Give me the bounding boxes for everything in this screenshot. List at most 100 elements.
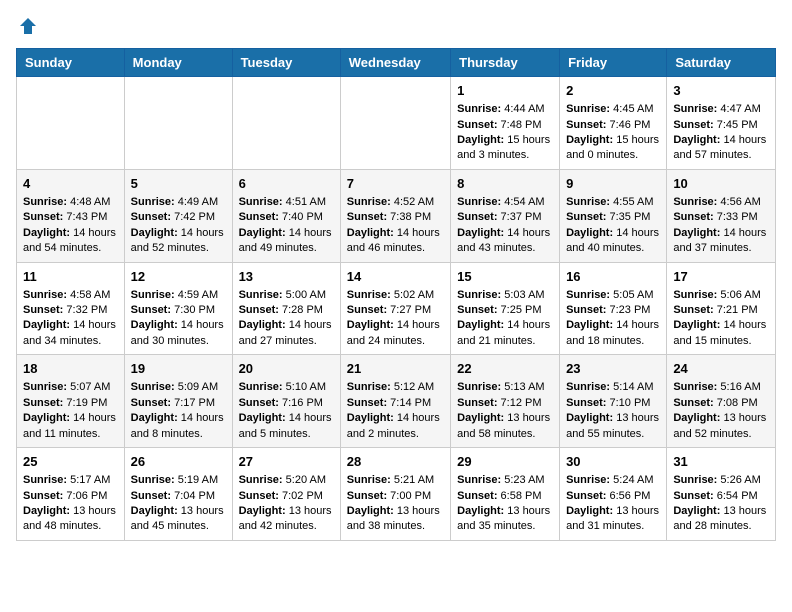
day-info-line: Daylight: 14 hours bbox=[131, 411, 226, 426]
calendar-cell: 15Sunrise: 5:03 AMSunset: 7:25 PMDayligh… bbox=[451, 262, 560, 355]
day-info-line: Sunrise: 4:51 AM bbox=[239, 195, 334, 210]
day-info-line: Sunrise: 5:23 AM bbox=[457, 473, 553, 488]
calendar-cell: 11Sunrise: 4:58 AMSunset: 7:32 PMDayligh… bbox=[17, 262, 125, 355]
calendar-cell bbox=[340, 77, 450, 170]
day-info-line: Sunrise: 5:26 AM bbox=[673, 473, 769, 488]
day-number: 25 bbox=[23, 453, 118, 471]
day-number: 13 bbox=[239, 268, 334, 286]
day-number: 5 bbox=[131, 175, 226, 193]
calendar-cell: 23Sunrise: 5:14 AMSunset: 7:10 PMDayligh… bbox=[560, 355, 667, 448]
day-info-line: and 18 minutes. bbox=[566, 334, 660, 349]
day-info-line: Daylight: 13 hours bbox=[457, 411, 553, 426]
day-info-line: Sunrise: 4:54 AM bbox=[457, 195, 553, 210]
day-info-line: Sunset: 7:10 PM bbox=[566, 396, 660, 411]
day-info-line: Sunset: 7:40 PM bbox=[239, 210, 334, 225]
calendar-cell: 17Sunrise: 5:06 AMSunset: 7:21 PMDayligh… bbox=[667, 262, 776, 355]
day-info-line: Daylight: 13 hours bbox=[566, 411, 660, 426]
day-info-line: Sunset: 7:19 PM bbox=[23, 396, 118, 411]
day-info-line: and 48 minutes. bbox=[23, 519, 118, 534]
day-info-line: Sunrise: 4:52 AM bbox=[347, 195, 444, 210]
day-info-line: Daylight: 13 hours bbox=[23, 504, 118, 519]
calendar-cell: 25Sunrise: 5:17 AMSunset: 7:06 PMDayligh… bbox=[17, 448, 125, 541]
day-number: 9 bbox=[566, 175, 660, 193]
calendar-cell: 27Sunrise: 5:20 AMSunset: 7:02 PMDayligh… bbox=[232, 448, 340, 541]
day-info-line: Sunrise: 5:17 AM bbox=[23, 473, 118, 488]
day-number: 14 bbox=[347, 268, 444, 286]
day-number: 1 bbox=[457, 82, 553, 100]
day-number: 29 bbox=[457, 453, 553, 471]
calendar-cell: 19Sunrise: 5:09 AMSunset: 7:17 PMDayligh… bbox=[124, 355, 232, 448]
calendar-cell: 31Sunrise: 5:26 AMSunset: 6:54 PMDayligh… bbox=[667, 448, 776, 541]
day-info-line: Daylight: 13 hours bbox=[673, 411, 769, 426]
calendar-cell: 20Sunrise: 5:10 AMSunset: 7:16 PMDayligh… bbox=[232, 355, 340, 448]
day-info-line: Daylight: 14 hours bbox=[673, 318, 769, 333]
day-info-line: Daylight: 13 hours bbox=[673, 504, 769, 519]
calendar-cell: 13Sunrise: 5:00 AMSunset: 7:28 PMDayligh… bbox=[232, 262, 340, 355]
day-number: 21 bbox=[347, 360, 444, 378]
day-info-line: and 34 minutes. bbox=[23, 334, 118, 349]
day-info-line: Daylight: 14 hours bbox=[566, 226, 660, 241]
day-info-line: Sunrise: 5:05 AM bbox=[566, 288, 660, 303]
calendar-header-wednesday: Wednesday bbox=[340, 49, 450, 77]
day-info-line: Daylight: 14 hours bbox=[23, 226, 118, 241]
day-info-line: Sunset: 7:25 PM bbox=[457, 303, 553, 318]
day-info-line: and 38 minutes. bbox=[347, 519, 444, 534]
calendar-cell: 30Sunrise: 5:24 AMSunset: 6:56 PMDayligh… bbox=[560, 448, 667, 541]
calendar-header-tuesday: Tuesday bbox=[232, 49, 340, 77]
day-info-line: Sunset: 7:08 PM bbox=[673, 396, 769, 411]
day-info-line: Sunrise: 5:20 AM bbox=[239, 473, 334, 488]
day-number: 18 bbox=[23, 360, 118, 378]
calendar-header-sunday: Sunday bbox=[17, 49, 125, 77]
calendar-week-row: 25Sunrise: 5:17 AMSunset: 7:06 PMDayligh… bbox=[17, 448, 776, 541]
day-info-line: Sunset: 7:38 PM bbox=[347, 210, 444, 225]
day-info-line: Sunset: 7:37 PM bbox=[457, 210, 553, 225]
day-info-line: Sunset: 6:58 PM bbox=[457, 489, 553, 504]
day-info-line: Sunrise: 5:10 AM bbox=[239, 380, 334, 395]
day-info-line: Sunset: 6:56 PM bbox=[566, 489, 660, 504]
day-info-line: and 46 minutes. bbox=[347, 241, 444, 256]
calendar-cell: 8Sunrise: 4:54 AMSunset: 7:37 PMDaylight… bbox=[451, 169, 560, 262]
day-info-line: Sunset: 6:54 PM bbox=[673, 489, 769, 504]
day-number: 4 bbox=[23, 175, 118, 193]
day-info-line: Sunset: 7:33 PM bbox=[673, 210, 769, 225]
calendar-cell: 1Sunrise: 4:44 AMSunset: 7:48 PMDaylight… bbox=[451, 77, 560, 170]
calendar-cell: 4Sunrise: 4:48 AMSunset: 7:43 PMDaylight… bbox=[17, 169, 125, 262]
day-info-line: Sunset: 7:23 PM bbox=[566, 303, 660, 318]
calendar-week-row: 18Sunrise: 5:07 AMSunset: 7:19 PMDayligh… bbox=[17, 355, 776, 448]
calendar-cell: 24 Sunrise: 5:16 AMSunset: 7:08 PMDayligh… bbox=[667, 355, 776, 448]
calendar-cell: 3Sunrise: 4:47 AMSunset: 7:45 PMDaylight… bbox=[667, 77, 776, 170]
day-info-line: Sunrise: 4:58 AM bbox=[23, 288, 118, 303]
day-number: 26 bbox=[131, 453, 226, 471]
day-info-line: Sunrise: 5:12 AM bbox=[347, 380, 444, 395]
day-info-line: Daylight: 15 hours bbox=[566, 133, 660, 148]
day-number: 15 bbox=[457, 268, 553, 286]
day-info-line: Sunrise: 5:14 AM bbox=[566, 380, 660, 395]
day-number: 30 bbox=[566, 453, 660, 471]
day-info-line: Sunset: 7:43 PM bbox=[23, 210, 118, 225]
day-info-line: and 40 minutes. bbox=[566, 241, 660, 256]
calendar-cell: 26Sunrise: 5:19 AMSunset: 7:04 PMDayligh… bbox=[124, 448, 232, 541]
day-info-line: and 54 minutes. bbox=[23, 241, 118, 256]
day-info-line: Sunrise: 5:16 AM bbox=[673, 380, 769, 395]
day-info-line: Daylight: 14 hours bbox=[347, 226, 444, 241]
day-info-line: Sunset: 7:28 PM bbox=[239, 303, 334, 318]
day-info-line: and 52 minutes. bbox=[131, 241, 226, 256]
day-info-line: Sunset: 7:00 PM bbox=[347, 489, 444, 504]
day-info-line: Sunset: 7:27 PM bbox=[347, 303, 444, 318]
day-info-line: Daylight: 14 hours bbox=[23, 411, 118, 426]
day-info-line: Sunrise: 5:24 AM bbox=[566, 473, 660, 488]
day-info-line: and 5 minutes. bbox=[239, 427, 334, 442]
day-number: 11 bbox=[23, 268, 118, 286]
day-info-line: Sunset: 7:16 PM bbox=[239, 396, 334, 411]
day-info-line: and 24 minutes. bbox=[347, 334, 444, 349]
day-number: 28 bbox=[347, 453, 444, 471]
day-info-line: Daylight: 15 hours bbox=[457, 133, 553, 148]
logo-icon bbox=[18, 16, 38, 36]
day-number: 27 bbox=[239, 453, 334, 471]
day-info-line: and 58 minutes. bbox=[457, 427, 553, 442]
day-info-line: Sunrise: 4:44 AM bbox=[457, 102, 553, 117]
day-number: 24 bbox=[673, 360, 769, 378]
day-info-line: and 37 minutes. bbox=[673, 241, 769, 256]
calendar-week-row: 1Sunrise: 4:44 AMSunset: 7:48 PMDaylight… bbox=[17, 77, 776, 170]
calendar-cell: 28Sunrise: 5:21 AMSunset: 7:00 PMDayligh… bbox=[340, 448, 450, 541]
